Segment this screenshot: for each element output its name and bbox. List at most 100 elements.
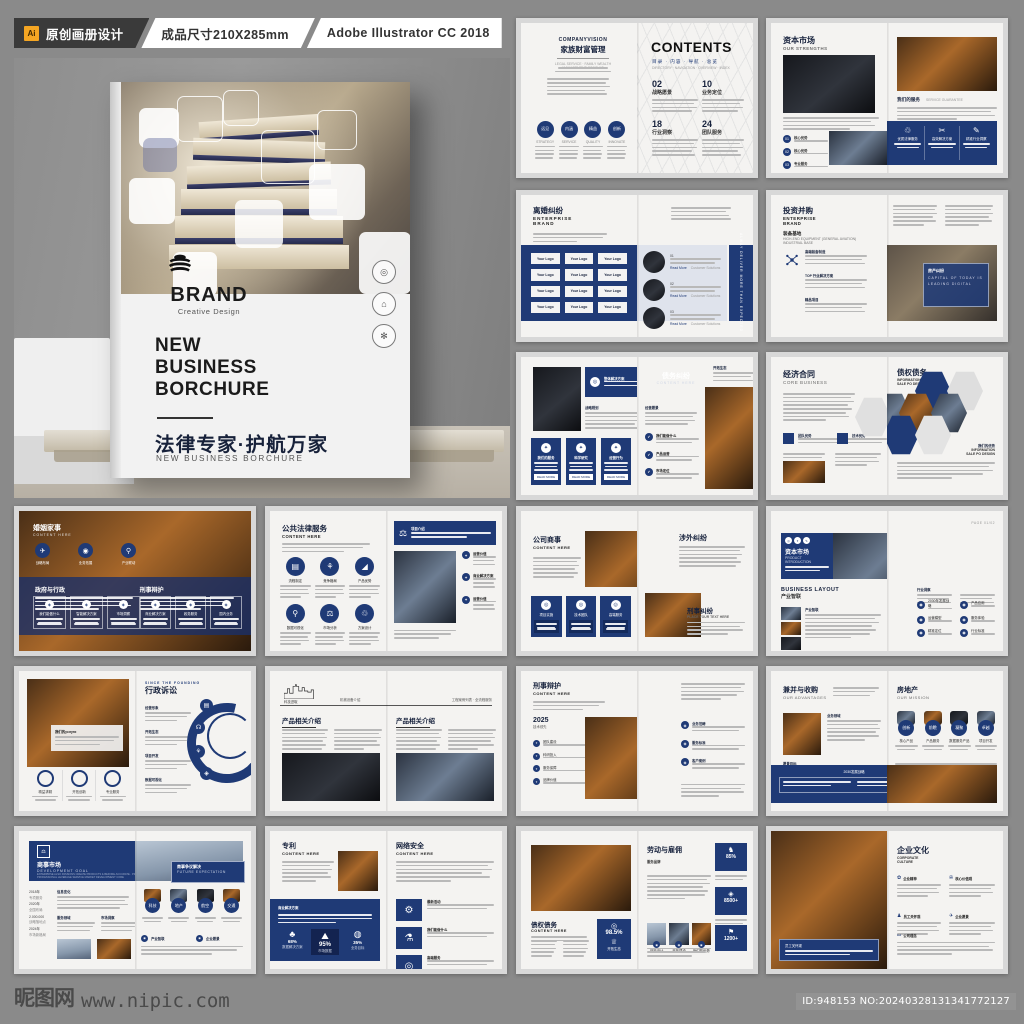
circle-badge: 前瞻 bbox=[924, 720, 941, 736]
card-title: 项目实施 bbox=[539, 613, 554, 618]
spread-thumbnail-corporate-affairs[interactable]: 公司商事 CONTENT HERE ◎ 项目实施 ◎ 技术团队 ◎ 高端服务 涉… bbox=[516, 506, 758, 656]
icon-label: 产业联动 bbox=[121, 561, 136, 565]
spread-title-en: COMPANYVISION bbox=[558, 37, 608, 43]
spread-photo bbox=[897, 37, 997, 91]
timeline-item: 2024年 bbox=[29, 926, 40, 931]
spread-thumbnail-public-legal[interactable]: 公共法律服务 CONTENT HERE ▤ 流程制定 ⚘ 竞争格局 ◢ 产品优势 bbox=[265, 506, 507, 656]
banner-label: 2030发展战略 bbox=[843, 770, 865, 774]
spread-thumbnail-patent[interactable]: 专利 CONTENT HERE 商业解决方案 ♣ 68% 数据解决方案 ⛰ 95% 市场… bbox=[265, 826, 507, 974]
cover-square bbox=[317, 110, 357, 150]
icon-tile: ◎ bbox=[396, 955, 422, 969]
bullet-label: 运营价值 bbox=[473, 596, 487, 601]
item-label: 企业愿景 bbox=[955, 914, 969, 919]
stat-value: 8500+ bbox=[723, 898, 739, 904]
page-right: SINCE THE FOUNDING 行政诉讼 经营形象 开拓生态 项目开发 数… bbox=[135, 671, 251, 811]
profile-list-panel: 01 Read More Customer Solutions 02 Read M… bbox=[637, 245, 727, 329]
mini-card-label: 市场洞察 bbox=[116, 612, 131, 617]
service-icon: ⚲ bbox=[285, 604, 305, 624]
spread-title-cn: 房地产 bbox=[897, 687, 918, 694]
cover-brand-tagline: Creative Design bbox=[177, 307, 241, 316]
spread-thumbnail-labor[interactable]: 债权债务 CONTENT HERE ◎ 98.5% ♕ 开拓生态 劳动与雇佣 服… bbox=[516, 826, 758, 974]
circle-sub: 数据服务产品 bbox=[949, 739, 970, 743]
brochure-cover: BRAND Creative Design NEW BUSINESS BORCH… bbox=[110, 82, 410, 478]
spread-photo bbox=[57, 939, 91, 959]
spread-thumbnail-product-intro[interactable]: 科技进取 机械设备介绍 产品相关介绍 工程案例列表 · 全流程服务 产品相关介绍 bbox=[265, 666, 507, 816]
page-spread: 我们的услуги 精益求精 开拓创新 专业服务 SINCE THE FOUND… bbox=[19, 671, 251, 811]
feature-card: ✦ 科学研究 READ MORE bbox=[566, 438, 596, 485]
ring-icon: ☊ bbox=[192, 721, 205, 734]
spread-title-cn: 行政诉讼 bbox=[145, 686, 177, 695]
logo-cell: Your Logo bbox=[604, 305, 621, 310]
mini-card-label: 智能解决方案 bbox=[76, 612, 97, 617]
logo-cell: Your Logo bbox=[570, 289, 588, 294]
stat-tile: ♞ 85% bbox=[715, 843, 747, 871]
page-right: ⚖ 项目介绍 ✦ 运营价值 ✦ 商业解决方案 ✦ 运营价值 bbox=[386, 511, 502, 651]
spread-title-cn: 网络安全 bbox=[396, 843, 424, 850]
spread-thumbnail-dev-goal[interactable]: ⚖ 商事市场 DEVELOPMENT GOAL ENTERPRISE ALSO … bbox=[14, 826, 256, 974]
circle-label: 精益求精 bbox=[38, 789, 53, 794]
spread-photo bbox=[585, 531, 637, 587]
circle-badge: 地产 bbox=[171, 898, 187, 913]
page-spread: 专利 CONTENT HERE 商业解决方案 ♣ 68% 数据解决方案 ⛰ 95% 市场… bbox=[270, 831, 502, 969]
spread-thumbnail-core-business[interactable]: 经济合同 CORE BUSINESS 团队优势 技术优势 债权债务 INFORM… bbox=[766, 352, 1008, 500]
watermark-logo: 昵图网 bbox=[14, 986, 75, 1010]
circle-label: 专业服务 bbox=[105, 789, 120, 794]
spread-thumbnail-capital-market[interactable]: ◎ ✦ ✎ 资本市场 PRODUCT INTRODUCTION BUSINESS… bbox=[766, 506, 1008, 656]
list-link[interactable]: Read More bbox=[670, 266, 687, 270]
item-label: 核心价值观 bbox=[955, 876, 973, 881]
cover-badge-icon: ⌂ bbox=[372, 292, 396, 316]
page-spread: 债权债务 CONTENT HERE ◎ 98.5% ♕ 开拓生态 劳动与雇佣 服… bbox=[521, 831, 753, 969]
left-title-cn: 产品相关介绍 bbox=[282, 718, 321, 725]
mini-card-label: 我们能做什么 bbox=[39, 612, 60, 617]
spread-thumbnail-contents[interactable]: COMPANYVISION 家族财富管理 LEGAL SERVICE · FAM… bbox=[516, 18, 758, 178]
head-right-label: 工程案例列表 · 全流程服务 bbox=[451, 698, 492, 702]
list-link[interactable]: Read More bbox=[670, 294, 687, 298]
page-right: 涉外纠纷 刑事纠纷 PLACE YOUR TEXT HERE bbox=[637, 511, 753, 651]
blue-overlay-panel: 政府与行政 刑事辩护 ◈ 我们能做什么 ◈ 智能解决方案 ◈ 市场洞察 ◈ 商业… bbox=[19, 577, 251, 635]
spread-thumbnail-enterprise-brand[interactable]: 离婚纠纷 ENTERPRISE BRAND Your Logo Your Log… bbox=[516, 190, 758, 342]
spread-thumbnail-mna[interactable]: 兼并与收购 OUR ADVANTAGES 业务领域 愿景目标 2030发展战略 bbox=[766, 666, 1008, 816]
circle-badge: 科技 bbox=[145, 898, 161, 913]
spread-thumbnail-family-affairs[interactable]: 婚姻家事 CONTENT HERE ✈ 战略布局 ◉ 业务拓展 ⚲ 产业联动 政府与行… bbox=[14, 506, 256, 656]
page-right: 债务纠纷 CONTENT HERE 开拓生态 经营愿景 ✔ 我们能做什么 ✔ 产… bbox=[637, 357, 753, 495]
spread-thumbnail-investment[interactable]: 投资并购 ENTERPRISE BRAND 装备基地 HIGH-END EQUI… bbox=[766, 190, 1008, 342]
spread-title-en: OUR ADVANTAGES bbox=[783, 695, 827, 700]
spread-photo bbox=[533, 367, 581, 431]
page-left: 经济合同 CORE BUSINESS 团队优势 技术优势 bbox=[771, 357, 887, 495]
spread-thumbnail-culture[interactable]: 员工关怀观 企业文化 CORPORATE CULTURE ✿ 企业精神 ✇ 核心价值… bbox=[766, 826, 1008, 974]
mini-card: ◈ 政务服务 bbox=[174, 596, 207, 629]
list-sub: Customer Solutions bbox=[690, 265, 721, 270]
network-icon bbox=[786, 254, 798, 266]
stat-value: 85% bbox=[725, 854, 736, 860]
page-left: ⚖ 商事市场 DEVELOPMENT GOAL ENTERPRISE ALSO … bbox=[19, 831, 135, 969]
page-right: 工程案例列表 · 全流程服务 产品相关介绍 bbox=[386, 671, 502, 811]
cover-title-cn: 法律专家·护航万家 bbox=[155, 434, 329, 456]
banner-title-en2: INTRODUCTION bbox=[785, 560, 811, 564]
spread-title-en: CONTENT HERE bbox=[282, 851, 320, 856]
spread-title-en: CONTENT HERE bbox=[396, 851, 434, 856]
spread-thumbnail-debt-dispute[interactable]: ◎ 整体解决方案 战略规划 ✦ 我们的服务 READ MORE ✦ 科学研究 R… bbox=[516, 352, 758, 500]
page-right: 企业文化 CORPORATE CULTURE ✿ 企业精神 ✇ 核心价值观 ♟ 员工关… bbox=[887, 831, 1003, 969]
mid-label: 服务领域 bbox=[57, 916, 71, 920]
spread-thumbnail-criminal-defense[interactable]: 刑事辩护 CONTENT HERE 2025 技术领先 ✦ 团队建设 ✦ 科研投入 … bbox=[516, 666, 758, 816]
feature-card: ◎ 项目实施 bbox=[531, 596, 562, 637]
spread-thumbnail-admin-litigation[interactable]: 我们的услуги 精益求精 开拓创新 专业服务 SINCE THE FOUND… bbox=[14, 666, 256, 816]
page-left: ◎ ✦ ✎ 资本市场 PRODUCT INTRODUCTION BUSINESS… bbox=[771, 511, 887, 651]
spread-title-cn: 公共法律服务 bbox=[282, 524, 327, 533]
year-value: 2025 bbox=[533, 717, 549, 724]
ring-icon: ▤ bbox=[200, 699, 213, 712]
cover-badge-icon: ◎ bbox=[372, 260, 396, 284]
spread-photo bbox=[282, 753, 380, 801]
image-id-tag: ID:948153 NO:20240328131341772127 bbox=[796, 993, 1016, 1010]
card-button[interactable]: READ MORE bbox=[604, 474, 628, 480]
page-left: 公司商事 CONTENT HERE ◎ 项目实施 ◎ 技术团队 ◎ 高端服务 bbox=[521, 511, 637, 651]
contents-item-number: 02 bbox=[652, 79, 663, 89]
blue-header-bar: ⚖ 项目介绍 bbox=[394, 521, 496, 545]
badge-en: FUTURE EXPECTATION bbox=[177, 870, 226, 874]
list-link[interactable]: Read More bbox=[670, 322, 687, 326]
spread-thumbnail-strengths[interactable]: 资本市场 OUR STRENGTHS 01 核心优势 02 核心优势 03 专业… bbox=[766, 18, 1008, 178]
spread-title-cn: 家族财富管理 bbox=[560, 45, 606, 54]
card-button[interactable]: READ MORE bbox=[569, 474, 593, 480]
column-title: 刑事辩护 bbox=[139, 588, 164, 594]
card-button[interactable]: READ MORE bbox=[534, 474, 558, 480]
